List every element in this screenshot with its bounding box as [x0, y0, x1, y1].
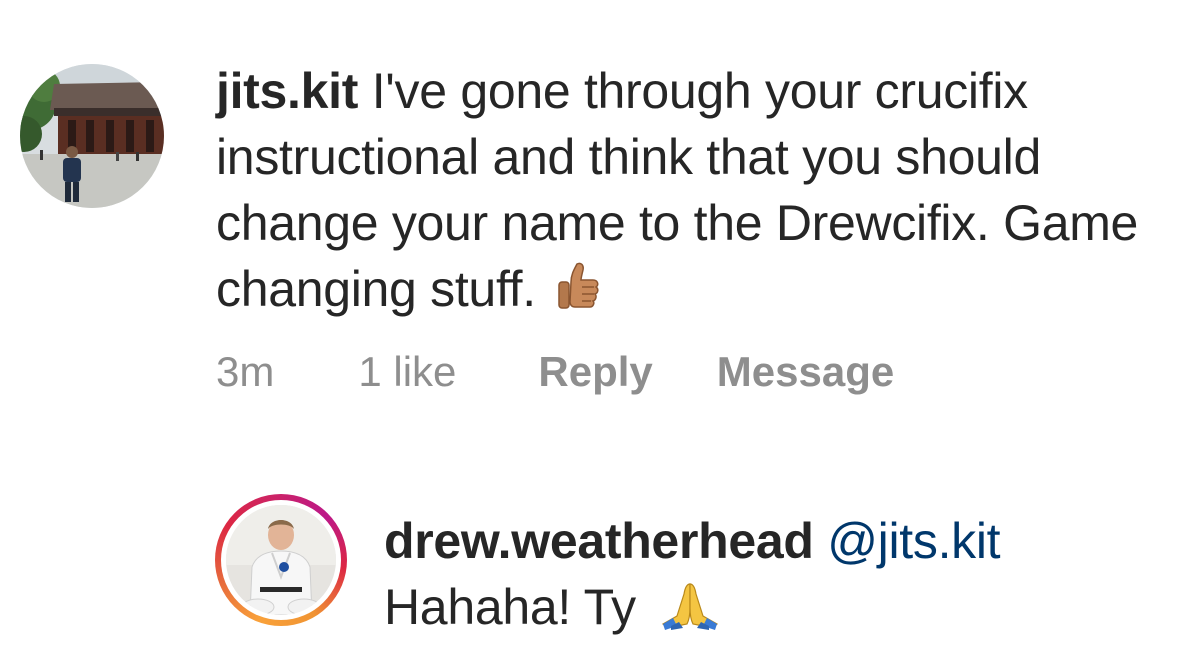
- avatar-photo: [20, 64, 164, 208]
- reply-button[interactable]: Reply: [538, 348, 652, 396]
- thumbs-up-icon: [557, 262, 601, 328]
- reply-text: Hahaha! Ty: [384, 579, 636, 635]
- praying-hands-icon: [657, 580, 723, 646]
- message-button[interactable]: Message: [717, 348, 894, 396]
- reply-text-block: drew.weatherhead @jits.kit Hahaha! Ty: [384, 508, 1174, 646]
- comment-timestamp: 3m: [216, 348, 275, 395]
- comment-meta-row: 3m 1 like Reply Message: [216, 344, 894, 400]
- avatar-photo: [226, 505, 336, 615]
- avatar[interactable]: [20, 64, 164, 208]
- comment-text-block: jits.kit I've gone through your crucifix…: [216, 58, 1176, 328]
- comment-like-count[interactable]: 1 like: [358, 348, 456, 396]
- reply-mention[interactable]: @jits.kit: [827, 513, 1000, 569]
- reply-username[interactable]: drew.weatherhead: [384, 513, 814, 569]
- avatar-story-ring[interactable]: [215, 494, 347, 626]
- comment-username[interactable]: jits.kit: [216, 63, 358, 119]
- avatar: [226, 505, 336, 615]
